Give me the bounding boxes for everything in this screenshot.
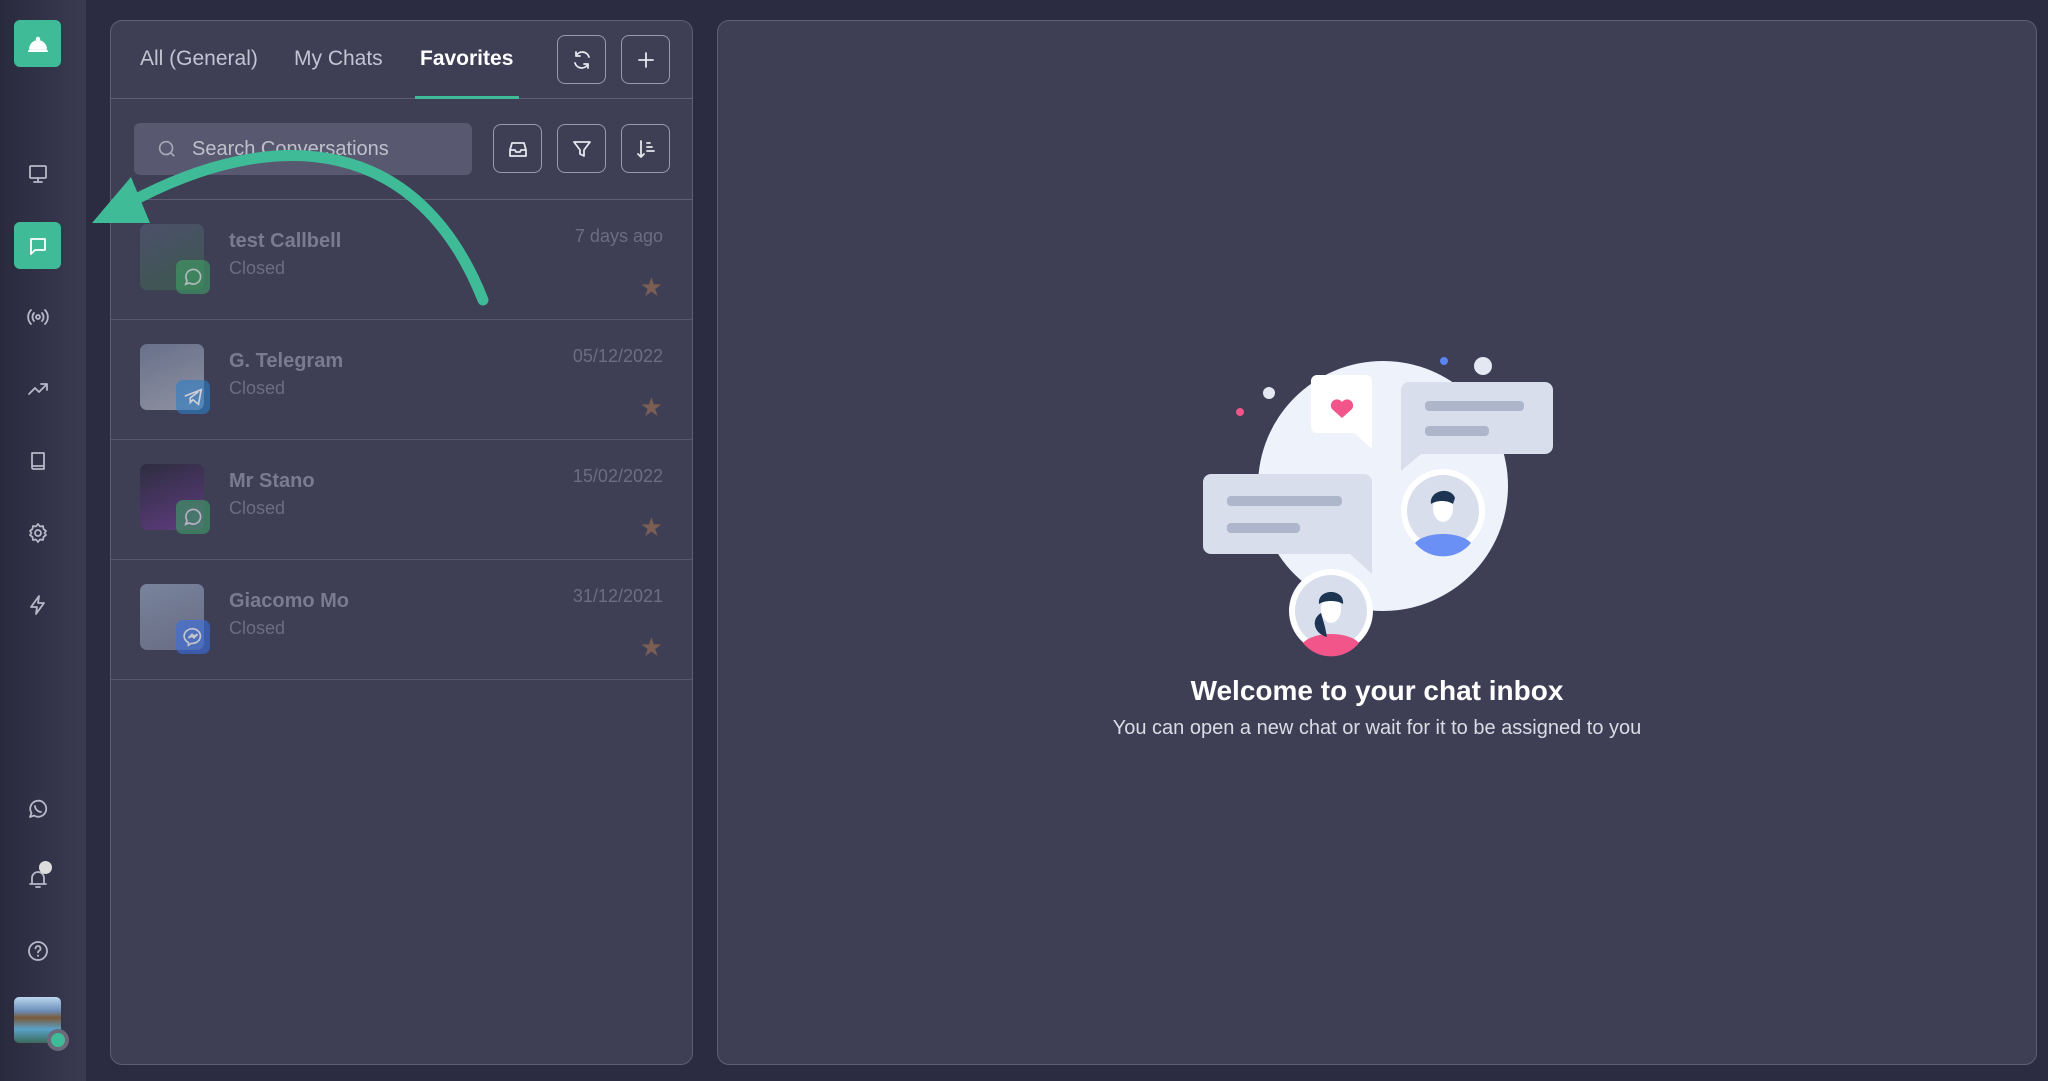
filter-button[interactable] xyxy=(557,124,606,173)
messenger-icon xyxy=(176,620,210,654)
broadcast-icon[interactable] xyxy=(14,293,61,340)
chat-icon[interactable] xyxy=(14,222,61,269)
bolt-icon[interactable] xyxy=(14,581,61,628)
gear-icon[interactable] xyxy=(14,509,61,556)
star-icon[interactable]: ★ xyxy=(640,272,663,303)
monitor-icon[interactable] xyxy=(14,150,61,197)
conversation-row[interactable]: G. Telegram Closed 05/12/2022 ★ xyxy=(111,320,692,440)
whatsapp-icon[interactable] xyxy=(14,785,61,832)
star-icon[interactable]: ★ xyxy=(640,632,663,663)
contact-name: G. Telegram xyxy=(229,350,344,372)
refresh-icon xyxy=(573,50,590,69)
star-icon[interactable]: ★ xyxy=(640,392,663,423)
user-avatar[interactable] xyxy=(14,997,69,1051)
refresh-button[interactable] xyxy=(557,35,606,84)
conversation-row[interactable]: test Callbell Closed 7 days ago ★ xyxy=(111,200,692,320)
help-icon[interactable] xyxy=(14,927,61,974)
contact-name: Mr Stano xyxy=(229,470,315,492)
search-row: Search Conversations xyxy=(111,99,692,200)
contact-name: test Callbell xyxy=(229,230,342,252)
inbox-icon xyxy=(508,141,527,157)
tab-my-chats[interactable]: My Chats xyxy=(294,47,383,71)
trending-icon[interactable] xyxy=(14,365,61,412)
conversation-status: Closed xyxy=(229,498,286,518)
notification-dot xyxy=(39,861,52,874)
welcome-title: Welcome to your chat inbox xyxy=(1190,675,1564,706)
conversation-date: 15/02/2022 xyxy=(572,466,663,486)
tab-favorites[interactable]: Favorites xyxy=(420,47,513,71)
search-icon xyxy=(158,140,175,157)
whatsapp-icon xyxy=(176,500,210,534)
filter-icon xyxy=(572,140,591,157)
book-icon[interactable] xyxy=(14,437,61,484)
sort-button[interactable] xyxy=(621,124,670,173)
sort-icon xyxy=(636,139,655,158)
welcome-subtitle: You can open a new chat or wait for it t… xyxy=(1112,717,1642,739)
telegram-icon xyxy=(176,380,210,414)
conversation-status: Closed xyxy=(229,378,286,398)
conversation-status: Closed xyxy=(229,618,286,638)
search-placeholder: Search Conversations xyxy=(192,137,389,160)
chat-main-panel: Welcome to your chat inbox You can open … xyxy=(717,20,2037,1065)
sidebar xyxy=(0,0,86,1081)
plus-icon xyxy=(637,51,654,68)
contact-name: Giacomo Mo xyxy=(229,590,350,612)
chat-inbox-illustration xyxy=(1203,357,1553,657)
conversation-date: 05/12/2022 xyxy=(572,346,663,366)
search-input[interactable]: Search Conversations xyxy=(134,123,472,175)
bell-logo-icon[interactable] xyxy=(14,20,61,67)
bell-icon[interactable] xyxy=(14,855,61,902)
conversation-row[interactable]: Mr Stano Closed 15/02/2022 ★ xyxy=(111,440,692,560)
tab-bar: All (General) My Chats Favorites xyxy=(111,21,692,99)
conversation-list-panel: All (General) My Chats Favorites Search … xyxy=(110,20,693,1065)
new-chat-button[interactable] xyxy=(621,35,670,84)
conversation-status: Closed xyxy=(229,258,286,278)
whatsapp-icon xyxy=(176,260,210,294)
star-icon[interactable]: ★ xyxy=(640,512,663,543)
conversation-date: 31/12/2021 xyxy=(572,586,663,606)
tab-all-general[interactable]: All (General) xyxy=(140,47,258,71)
conversation-date: 7 days ago xyxy=(574,226,663,246)
inbox-button[interactable] xyxy=(493,124,542,173)
online-status-dot xyxy=(47,1029,69,1051)
conversation-row[interactable]: Giacomo Mo Closed 31/12/2021 ★ xyxy=(111,560,692,680)
